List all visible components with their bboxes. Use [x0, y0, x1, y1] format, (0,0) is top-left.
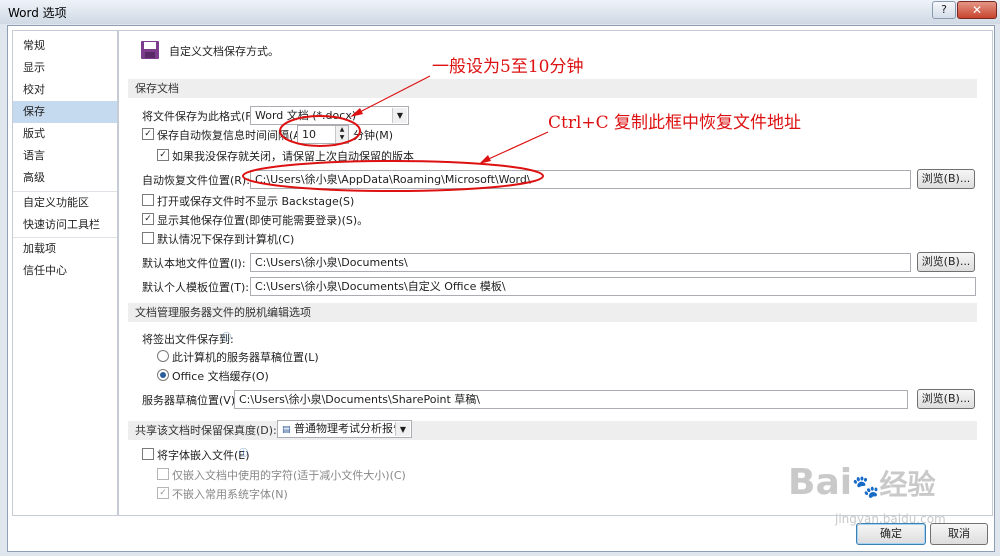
arrow-head-2	[479, 155, 491, 164]
paw-icon: 🐾	[852, 475, 880, 500]
watermark-brand: Bai🐾经验	[788, 462, 936, 503]
highlight-ellipse-location	[242, 160, 544, 192]
arrow-line-1	[351, 75, 431, 117]
arrow-line-2	[481, 131, 549, 163]
highlight-ellipse-minutes	[279, 115, 361, 147]
annotation-note-copy: Ctrl+C 复制此框中恢复文件地址	[548, 113, 802, 133]
arrow-head-1	[350, 108, 363, 117]
annotation-note-minutes: 一般设为5至10分钟	[432, 57, 584, 77]
watermark-url: jingyan.baidu.com	[835, 512, 946, 526]
